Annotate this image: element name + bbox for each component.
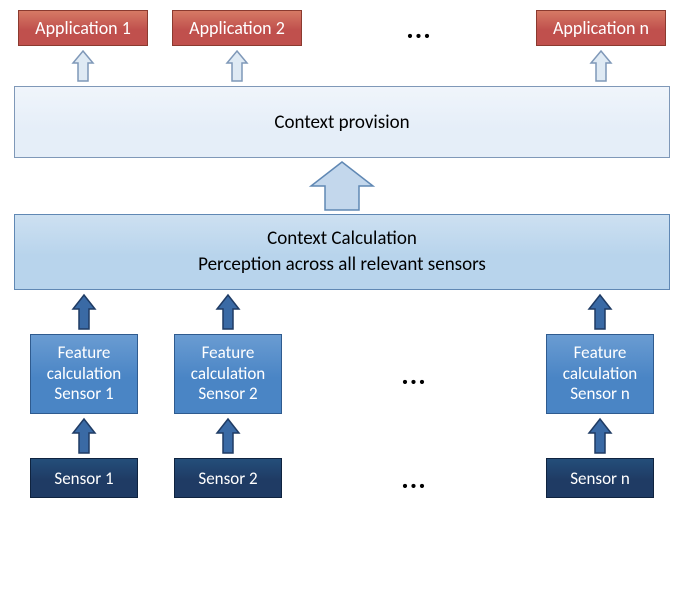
big-arrow-up-icon <box>307 160 377 212</box>
arrow-up-icon <box>215 293 241 331</box>
feature-line1: Feature <box>574 343 627 363</box>
ellipsis-text: ... <box>406 11 431 46</box>
arrows-sensor-to-feature <box>14 414 670 458</box>
sensor-label: Sensor 1 <box>54 468 113 489</box>
arrows-feature-to-calc <box>14 290 670 334</box>
arrow-up-icon <box>225 49 249 83</box>
arrow-to-provision <box>14 158 670 214</box>
arrow-up-icon <box>215 417 241 455</box>
ellipsis-text: ... <box>401 357 426 392</box>
arrow-up-icon <box>71 293 97 331</box>
feature-line2: calculation <box>563 364 637 384</box>
feature-line2: calculation <box>191 364 265 384</box>
sensor-box: Sensor n <box>546 458 654 498</box>
feature-box: Feature calculation Sensor n <box>546 334 654 414</box>
application-box: Application n <box>536 10 666 46</box>
application-box: Application 2 <box>172 10 302 46</box>
context-calculation-line1: Context Calculation <box>267 226 417 252</box>
feature-line3: Sensor 1 <box>54 384 113 404</box>
context-calculation-box: Context Calculation Perception across al… <box>14 214 670 290</box>
ellipsis-text: ... <box>401 461 426 496</box>
application-label: Application 1 <box>35 17 131 39</box>
arrow-up-icon <box>587 417 613 455</box>
arrow-up-icon <box>71 417 97 455</box>
applications-row: Application 1 Application 2 ... Applicat… <box>14 10 670 46</box>
feature-line3: Sensor 2 <box>198 384 257 404</box>
context-provision-label: Context provision <box>274 111 409 134</box>
features-row: Feature calculation Sensor 1 Feature cal… <box>14 334 670 414</box>
arrows-to-applications <box>14 46 670 86</box>
feature-box: Feature calculation Sensor 2 <box>174 334 282 414</box>
context-provision-box: Context provision <box>14 86 670 158</box>
arrow-up-icon <box>589 49 613 83</box>
sensor-label: Sensor n <box>570 468 630 489</box>
application-label: Application 2 <box>189 17 285 39</box>
application-box: Application 1 <box>18 10 148 46</box>
sensor-label: Sensor 2 <box>198 468 257 489</box>
application-label: Application n <box>553 17 649 39</box>
feature-line1: Feature <box>202 343 255 363</box>
sensor-box: Sensor 1 <box>30 458 138 498</box>
sensors-row: Sensor 1 Sensor 2 ... Sensor n <box>14 458 670 498</box>
feature-box: Feature calculation Sensor 1 <box>30 334 138 414</box>
context-calculation-line2: Perception across all relevant sensors <box>198 252 486 278</box>
sensor-box: Sensor 2 <box>174 458 282 498</box>
feature-line1: Feature <box>58 343 111 363</box>
feature-line3: Sensor n <box>570 384 630 404</box>
arrow-up-icon <box>587 293 613 331</box>
feature-line2: calculation <box>47 364 121 384</box>
arrow-up-icon <box>71 49 95 83</box>
